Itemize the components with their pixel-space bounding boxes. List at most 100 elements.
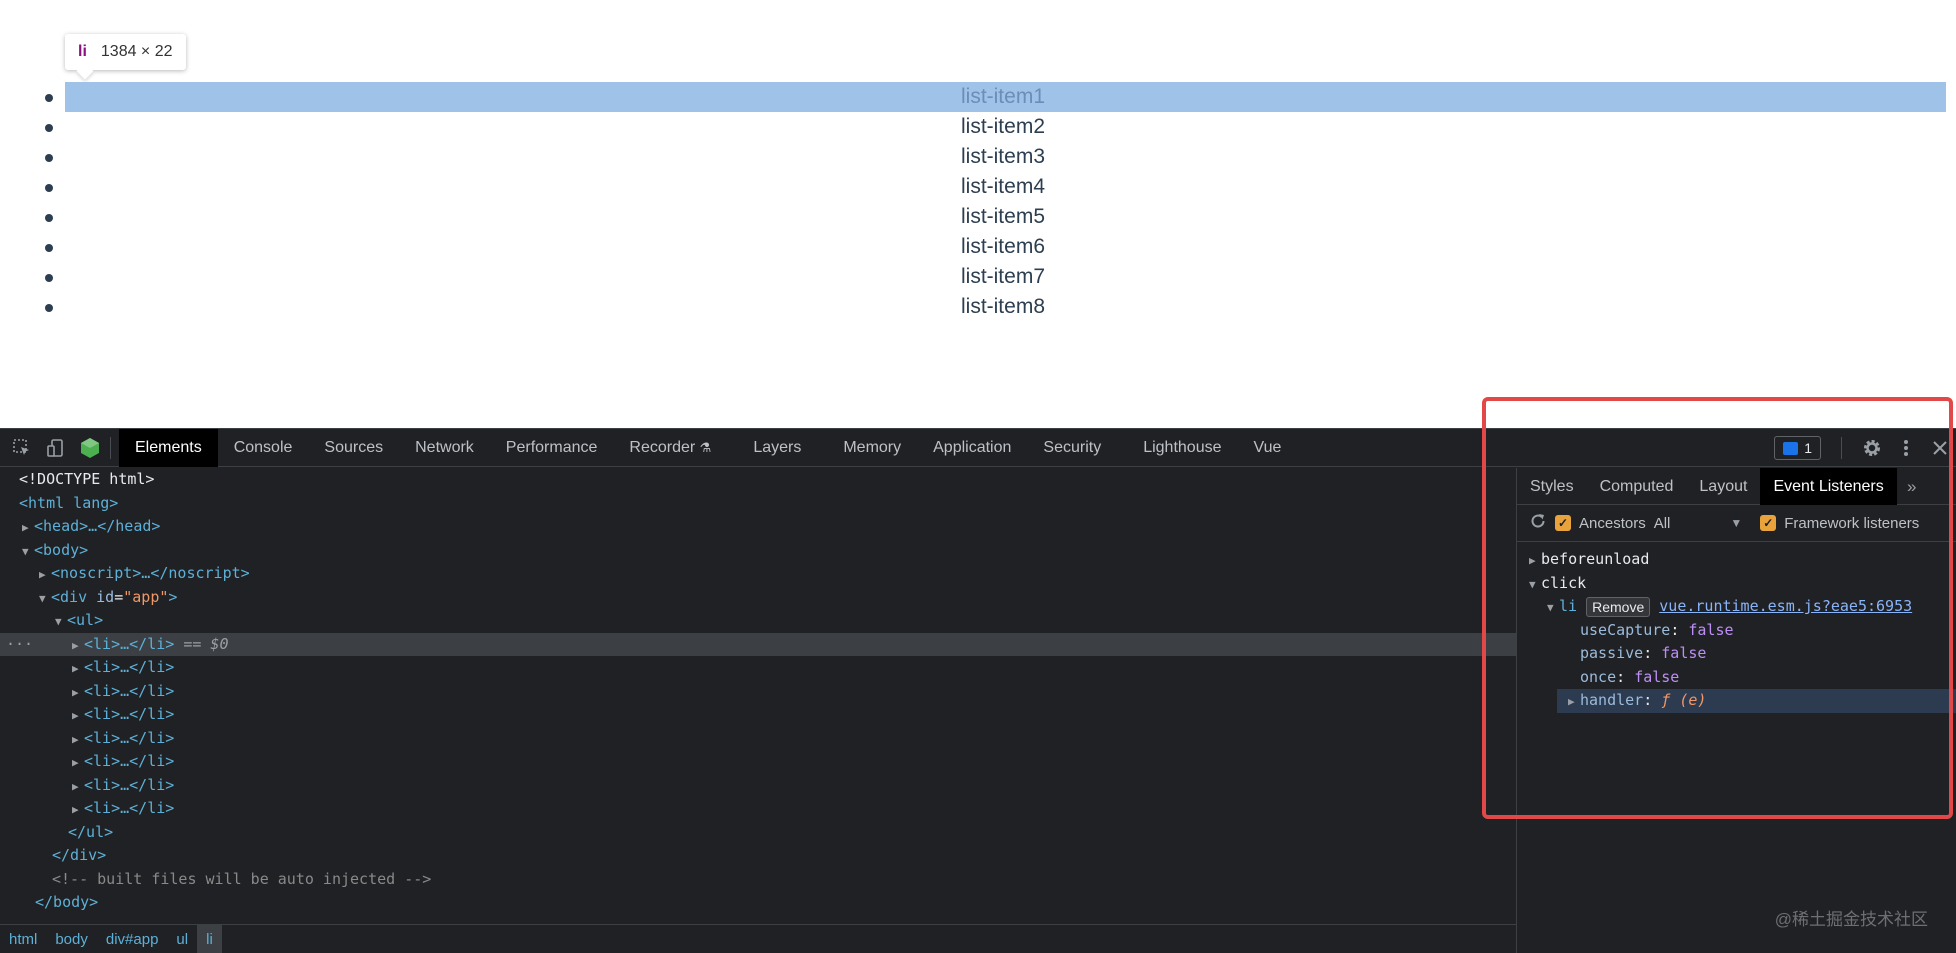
device-toolbar-icon[interactable] — [44, 436, 68, 460]
tab-application[interactable]: Application — [917, 429, 1027, 467]
tab-event-listeners[interactable]: Event Listeners — [1760, 468, 1897, 505]
tree-node-div-app[interactable]: ▼ <div id="app"> — [0, 586, 1516, 610]
framework-listeners-checkbox[interactable]: ✓ — [1760, 515, 1777, 531]
tree-node-div-close[interactable]: </div> — [0, 844, 1516, 868]
list-item[interactable]: list-item1 — [0, 82, 1956, 112]
tab-vue[interactable]: Vue — [1238, 429, 1298, 467]
expand-triangle-icon[interactable]: ▶ — [1529, 549, 1541, 573]
gear-icon[interactable] — [1860, 436, 1884, 460]
collapse-triangle-icon[interactable]: ▼ — [1547, 596, 1559, 620]
bullet-icon — [45, 94, 53, 102]
tree-node-body[interactable]: ▼ <body> — [0, 539, 1516, 563]
refresh-icon[interactable] — [1529, 512, 1547, 534]
collapse-triangle-icon[interactable]: ▼ — [22, 540, 34, 564]
tab-styles[interactable]: Styles — [1517, 468, 1587, 505]
breadcrumb-item[interactable]: ul — [167, 925, 197, 953]
expand-triangle-icon[interactable]: ▶ — [39, 563, 51, 587]
tab-network[interactable]: Network — [399, 429, 490, 467]
listener-prop: once: false — [1580, 667, 1680, 686]
expand-triangle-icon[interactable]: ▶ — [1568, 690, 1580, 714]
expand-triangle-icon[interactable]: ▶ — [72, 751, 84, 775]
list-item[interactable]: list-item4 — [0, 172, 1956, 202]
source-link[interactable]: vue.runtime.esm.js?eae5:6953 — [1659, 597, 1912, 615]
tree-node-li[interactable]: ▶ <li>…</li> — [0, 680, 1516, 704]
bullet-icon — [45, 214, 53, 222]
collapse-triangle-icon[interactable]: ▼ — [1529, 573, 1541, 597]
more-vertical-icon[interactable] — [1894, 436, 1918, 460]
expand-triangle-icon[interactable]: ▶ — [22, 516, 34, 540]
vue-node-icon[interactable] — [78, 436, 102, 460]
listener-prop: passive: false — [1580, 644, 1707, 662]
expand-triangle-icon[interactable]: ▶ — [72, 798, 84, 822]
tab-elements[interactable]: Elements — [119, 428, 218, 467]
expand-triangle-icon[interactable]: ▶ — [72, 775, 84, 799]
issues-button[interactable]: 1 — [1774, 436, 1821, 460]
tab-computed[interactable]: Computed — [1587, 468, 1687, 505]
tab-recorder[interactable]: Recorder ⚗ — [613, 429, 727, 467]
tab-layers[interactable]: Layers — [727, 429, 827, 467]
tree-node-li[interactable]: ▶ <li>…</li> — [0, 703, 1516, 727]
bullet-icon — [45, 124, 53, 132]
tree-node-li[interactable]: ▶ <li>…</li> — [0, 797, 1516, 821]
tree-node-li[interactable]: ▶ <li>…</li> — [0, 656, 1516, 680]
framework-listeners-label: Framework listeners — [1784, 514, 1920, 532]
expand-triangle-icon[interactable]: ▶ — [72, 657, 84, 681]
item-list: list-item1 list-item2 list-item3 list-it… — [0, 82, 1956, 322]
collapse-triangle-icon[interactable]: ▼ — [39, 587, 51, 611]
tree-node-html[interactable]: <html lang> — [0, 492, 1516, 516]
expand-triangle-icon[interactable]: ▶ — [72, 634, 84, 658]
tree-node-li[interactable]: ▶ <li>…</li> — [0, 727, 1516, 751]
list-item[interactable]: list-item7 — [0, 262, 1956, 292]
toolbar-divider — [110, 436, 111, 459]
list-item[interactable]: list-item3 — [0, 142, 1956, 172]
tree-node-li[interactable]: ▶ <li>…</li> — [0, 750, 1516, 774]
list-item[interactable]: list-item8 — [0, 292, 1956, 322]
tree-node-noscript[interactable]: ▶ <noscript>…</noscript> — [0, 562, 1516, 586]
tree-node-head[interactable]: ▶ <head>…</head> — [0, 515, 1516, 539]
tab-memory[interactable]: Memory — [827, 429, 917, 467]
list-item[interactable]: list-item5 — [0, 202, 1956, 232]
tab-sources[interactable]: Sources — [308, 429, 399, 467]
ancestors-checkbox[interactable]: ✓ — [1555, 515, 1571, 531]
event-click[interactable]: ▼ click — [1517, 572, 1956, 596]
tab-layout[interactable]: Layout — [1686, 468, 1760, 505]
bullet-icon — [45, 304, 53, 312]
toolbar-divider — [1841, 437, 1842, 459]
remove-button[interactable]: Remove — [1586, 596, 1651, 617]
breadcrumb-item-active[interactable]: li — [197, 924, 222, 953]
tab-security[interactable]: Security — [1027, 429, 1127, 467]
ancestors-label: Ancestors — [1579, 514, 1646, 532]
list-item[interactable]: list-item2 — [0, 112, 1956, 142]
issues-count: 1 — [1804, 440, 1812, 456]
listener-entry[interactable]: ▼ li Remove vue.runtime.esm.js?eae5:6953 — [1517, 595, 1956, 619]
breadcrumb-item[interactable]: html — [0, 925, 46, 953]
tree-node-li[interactable]: ▶ <li>…</li> — [0, 774, 1516, 798]
tab-lighthouse[interactable]: Lighthouse — [1127, 429, 1237, 467]
chevron-double-right-icon[interactable]: » — [1897, 468, 1927, 504]
tree-node-ul-close[interactable]: </ul> — [0, 821, 1516, 845]
breadcrumb-item[interactable]: body — [46, 925, 97, 953]
bullet-icon — [45, 244, 53, 252]
collapse-triangle-icon[interactable]: ▼ — [55, 610, 67, 634]
list-item[interactable]: list-item6 — [0, 232, 1956, 262]
inspect-element-icon[interactable] — [10, 436, 34, 460]
tree-node-body-close[interactable]: </body> — [0, 891, 1516, 915]
tree-node-doctype[interactable]: <!DOCTYPE html> — [0, 468, 1516, 492]
close-icon[interactable] — [1928, 436, 1952, 460]
tree-node-li-selected[interactable]: ··· ▶ <li>…</li> == $0 — [0, 632, 1516, 658]
event-beforeunload[interactable]: ▶ beforeunload — [1517, 548, 1956, 572]
element-inspect-tooltip: li 1384 × 22 — [65, 34, 186, 70]
expand-triangle-icon[interactable]: ▶ — [72, 681, 84, 705]
tooltip-size: 1384 × 22 — [100, 43, 173, 60]
more-options-icon[interactable]: ··· — [6, 633, 33, 657]
breadcrumb-item[interactable]: div#app — [97, 925, 168, 953]
filter-select[interactable]: All ▼ — [1654, 515, 1743, 532]
tab-console[interactable]: Console — [218, 429, 309, 467]
tab-performance[interactable]: Performance — [490, 429, 614, 467]
listener-handler[interactable]: ▶ handler: ƒ (e) — [1557, 689, 1956, 713]
page-viewport: li 1384 × 22 list-item1 list-item2 list-… — [0, 0, 1956, 428]
tree-node-ul[interactable]: ▼ <ul> — [0, 609, 1516, 633]
expand-triangle-icon[interactable]: ▶ — [72, 704, 84, 728]
expand-triangle-icon[interactable]: ▶ — [72, 728, 84, 752]
tree-node-comment[interactable]: <!-- built files will be auto injected -… — [0, 868, 1516, 892]
